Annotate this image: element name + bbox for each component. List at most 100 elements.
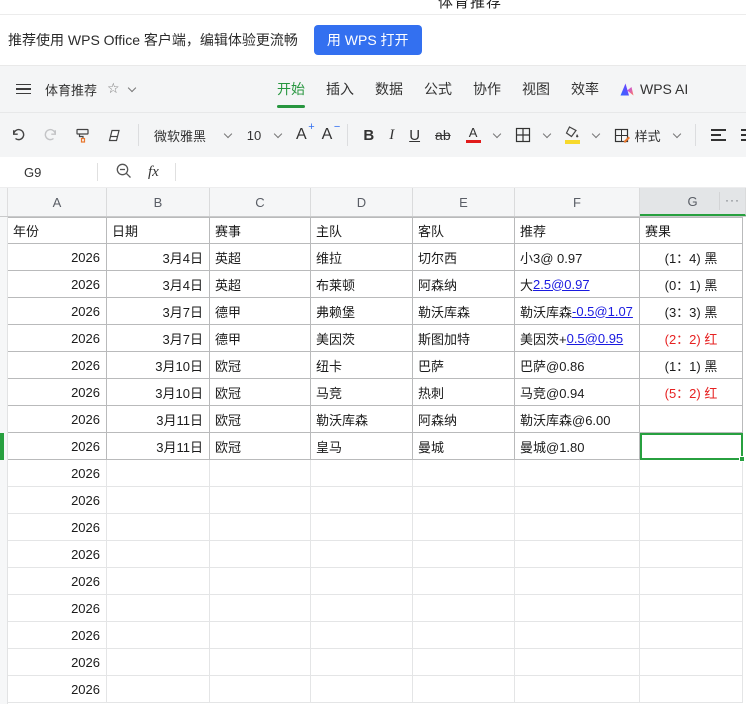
cell[interactable]: 皇马: [311, 433, 413, 460]
cell[interactable]: 2026: [8, 325, 107, 352]
cell[interactable]: 巴萨@0.86: [515, 352, 640, 379]
cell[interactable]: [640, 676, 743, 703]
align-center-button[interactable]: [740, 129, 746, 141]
cell[interactable]: 英超: [210, 244, 311, 271]
odds-hyperlink[interactable]: 2.5@0.97: [533, 277, 590, 292]
tab-开始[interactable]: 开始: [277, 75, 305, 108]
cell-styles-button[interactable]: 样式: [614, 126, 681, 145]
cell[interactable]: 阿森纳: [413, 406, 515, 433]
cell[interactable]: 德甲: [210, 298, 311, 325]
cell[interactable]: [311, 460, 413, 487]
cell[interactable]: 2026: [8, 649, 107, 676]
cell[interactable]: [210, 460, 311, 487]
cell[interactable]: [515, 487, 640, 514]
cell[interactable]: [413, 676, 515, 703]
cell[interactable]: 英超: [210, 271, 311, 298]
cell[interactable]: 切尔西: [413, 244, 515, 271]
cell[interactable]: [210, 622, 311, 649]
cell[interactable]: 斯图加特: [413, 325, 515, 352]
header-cell[interactable]: 推荐: [515, 217, 640, 244]
header-cell[interactable]: 赛事: [210, 217, 311, 244]
tab-数据[interactable]: 数据: [375, 75, 403, 103]
font-size-select[interactable]: 10: [246, 128, 283, 143]
cell[interactable]: [515, 676, 640, 703]
cell[interactable]: 勒沃库森@6.00: [515, 406, 640, 433]
cell[interactable]: 阿森纳: [413, 271, 515, 298]
cell[interactable]: 2026: [8, 433, 107, 460]
cell[interactable]: 2026: [8, 622, 107, 649]
tab-效率[interactable]: 效率: [571, 75, 599, 103]
eraser-button[interactable]: [106, 127, 123, 144]
cell[interactable]: [413, 487, 515, 514]
cell[interactable]: [413, 622, 515, 649]
cell[interactable]: 德甲: [210, 325, 311, 352]
cell[interactable]: [515, 514, 640, 541]
italic-button[interactable]: I: [389, 127, 394, 144]
cell[interactable]: [515, 568, 640, 595]
cell[interactable]: 小3@ 0.97: [515, 244, 640, 271]
cell[interactable]: 欧冠: [210, 433, 311, 460]
cell[interactable]: [515, 649, 640, 676]
cell[interactable]: [311, 622, 413, 649]
column-header-G[interactable]: G ···: [640, 188, 746, 216]
cell[interactable]: 2026: [8, 379, 107, 406]
fill-color-button[interactable]: [564, 126, 600, 144]
odds-hyperlink[interactable]: -0.5@1.07: [572, 304, 633, 319]
cell[interactable]: [413, 649, 515, 676]
cell[interactable]: [640, 622, 743, 649]
zoom-out-button[interactable]: [115, 162, 133, 183]
cell[interactable]: 2026: [8, 298, 107, 325]
cell[interactable]: [107, 595, 210, 622]
insert-function-button[interactable]: fx: [148, 164, 159, 181]
cell[interactable]: 曼城: [413, 433, 515, 460]
cell[interactable]: [311, 649, 413, 676]
cell[interactable]: 2026: [8, 487, 107, 514]
tab-插入[interactable]: 插入: [326, 75, 354, 103]
cell[interactable]: [515, 460, 640, 487]
cell[interactable]: [311, 541, 413, 568]
format-painter-button[interactable]: [74, 127, 91, 144]
cell[interactable]: 欧冠: [210, 379, 311, 406]
cell[interactable]: 3月10日: [107, 352, 210, 379]
favorite-star-icon[interactable]: ☆: [107, 81, 120, 97]
cell[interactable]: [640, 514, 743, 541]
cell[interactable]: [311, 676, 413, 703]
cell[interactable]: [210, 676, 311, 703]
cell[interactable]: [107, 541, 210, 568]
cell[interactable]: 2026: [8, 595, 107, 622]
cell-reference-box[interactable]: G9: [0, 165, 97, 180]
cell[interactable]: [311, 514, 413, 541]
cell[interactable]: 3月4日: [107, 271, 210, 298]
cell[interactable]: 巴萨: [413, 352, 515, 379]
cell[interactable]: [311, 595, 413, 622]
cell[interactable]: [515, 541, 640, 568]
column-header-B[interactable]: B: [107, 188, 210, 216]
cell[interactable]: [413, 514, 515, 541]
cell[interactable]: 2026: [8, 514, 107, 541]
cell[interactable]: 2026: [8, 460, 107, 487]
tab-协作[interactable]: 协作: [473, 75, 501, 103]
cell[interactable]: 2026: [8, 568, 107, 595]
align-left-button[interactable]: [710, 129, 726, 141]
cell[interactable]: [311, 568, 413, 595]
header-cell[interactable]: 赛果: [640, 217, 743, 244]
cell[interactable]: 布莱顿: [311, 271, 413, 298]
cell[interactable]: [210, 514, 311, 541]
cell[interactable]: [107, 568, 210, 595]
title-chevron-down-icon[interactable]: [127, 83, 136, 93]
header-cell[interactable]: 客队: [413, 217, 515, 244]
cell[interactable]: [640, 406, 743, 433]
underline-button[interactable]: U: [409, 127, 420, 144]
cell[interactable]: 3月7日: [107, 325, 210, 352]
cell[interactable]: 纽卡: [311, 352, 413, 379]
cell[interactable]: 维拉: [311, 244, 413, 271]
tab-公式[interactable]: 公式: [424, 75, 452, 103]
redo-button[interactable]: [42, 127, 59, 143]
cell[interactable]: [640, 568, 743, 595]
bold-button[interactable]: B: [363, 127, 374, 144]
cell[interactable]: 3月11日: [107, 433, 210, 460]
cell[interactable]: 2026: [8, 406, 107, 433]
cell[interactable]: 欧冠: [210, 406, 311, 433]
header-cell[interactable]: 年份: [8, 217, 107, 244]
cell[interactable]: 3月11日: [107, 406, 210, 433]
